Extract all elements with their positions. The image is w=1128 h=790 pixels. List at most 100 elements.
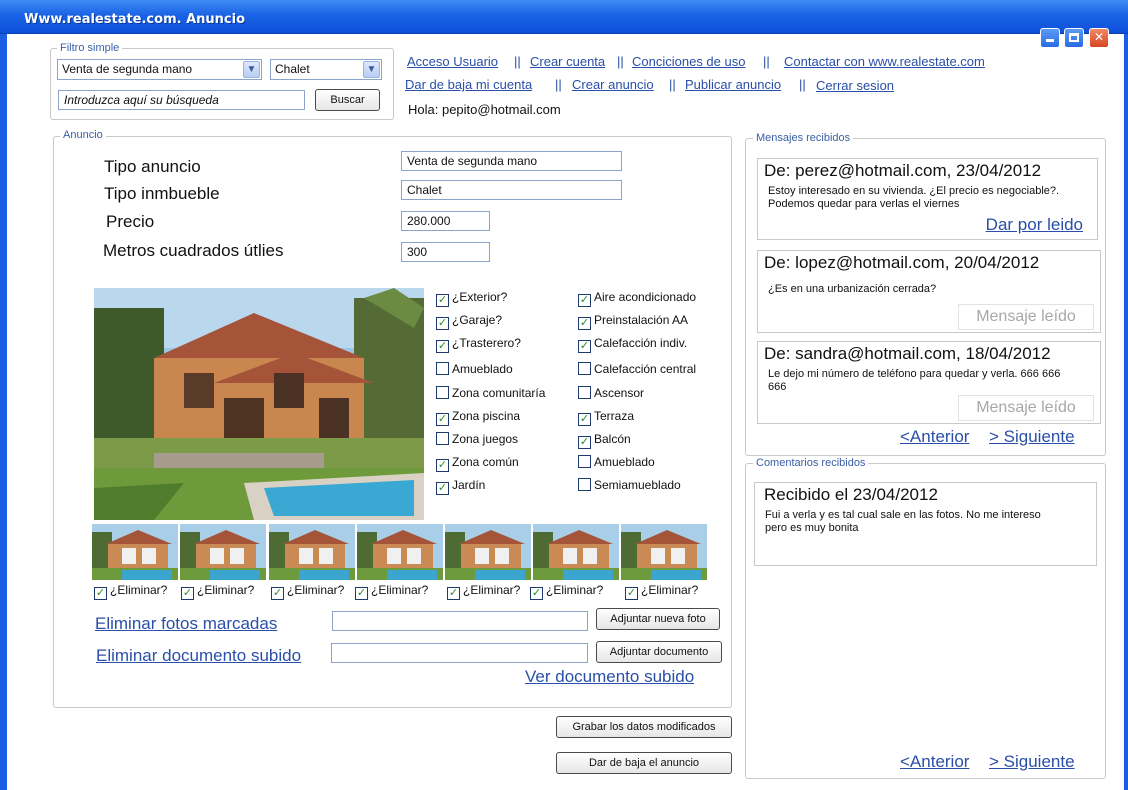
checked-checkbox-icon[interactable]: ✓ [181, 587, 194, 600]
unchecked-checkbox-icon[interactable] [578, 386, 591, 399]
checked-checkbox-icon[interactable]: ✓ [625, 587, 638, 600]
minimize-icon[interactable] [1040, 28, 1060, 48]
delete-photo-checkbox[interactable]: ✓ ¿Eliminar? [530, 583, 603, 600]
delete-photo-checkbox[interactable]: ✓ ¿Eliminar? [625, 583, 698, 600]
main-house-photo [94, 288, 424, 520]
checked-checkbox-icon[interactable]: ✓ [436, 294, 449, 307]
checked-checkbox-icon[interactable]: ✓ [578, 294, 591, 307]
nav-terms-link[interactable]: Conciciones de uso [632, 54, 745, 69]
feature-checkbox[interactable]: ✓ Zona piscina [436, 409, 520, 426]
document-file-input[interactable] [331, 643, 588, 663]
messages-next-link[interactable]: > Siguiente [989, 427, 1075, 447]
feature-checkbox[interactable]: Ascensor [578, 386, 644, 400]
save-changes-button[interactable]: Grabar los datos modificados [556, 716, 732, 738]
checked-checkbox-icon[interactable]: ✓ [436, 459, 449, 472]
nav-logout-link[interactable]: Cerrar sesion [816, 78, 894, 93]
feature-label: Amueblado [594, 455, 655, 469]
message-read-button[interactable]: Mensaje leído [958, 304, 1094, 330]
feature-checkbox[interactable]: ✓ ¿Trasterero? [436, 336, 521, 353]
checked-checkbox-icon[interactable]: ✓ [578, 436, 591, 449]
checked-checkbox-icon[interactable]: ✓ [271, 587, 284, 600]
checked-checkbox-icon[interactable]: ✓ [355, 587, 368, 600]
feature-checkbox[interactable]: ✓ Balcón [578, 432, 631, 449]
feature-checkbox[interactable]: Zona juegos [436, 432, 518, 446]
comments-next-link[interactable]: > Siguiente [989, 752, 1075, 772]
ad-type-field[interactable]: Venta de segunda mano [401, 151, 622, 171]
feature-checkbox[interactable]: Zona comunitaría [436, 386, 545, 400]
delete-photo-checkbox[interactable]: ✓ ¿Eliminar? [271, 583, 344, 600]
feature-checkbox[interactable]: ✓ Aire acondicionado [578, 290, 696, 307]
nav-delete-account-link[interactable]: Dar de baja mi cuenta [405, 77, 532, 92]
messages-previous-link[interactable]: <Anterior [900, 427, 969, 447]
attach-document-button[interactable]: Adjuntar documento [596, 641, 722, 663]
photo-thumbnail[interactable] [621, 524, 707, 580]
unchecked-checkbox-icon[interactable] [578, 478, 591, 491]
nav-create-account-link[interactable]: Crear cuenta [530, 54, 605, 69]
feature-checkbox[interactable]: Amueblado [436, 362, 513, 376]
checked-checkbox-icon[interactable]: ✓ [436, 340, 449, 353]
checked-checkbox-icon[interactable]: ✓ [578, 317, 591, 330]
photo-thumbnail[interactable] [445, 524, 531, 580]
delete-photo-checkbox[interactable]: ✓ ¿Eliminar? [181, 583, 254, 600]
delete-photo-label: ¿Eliminar? [463, 583, 521, 597]
unchecked-checkbox-icon[interactable] [436, 362, 449, 375]
checked-checkbox-icon[interactable]: ✓ [436, 482, 449, 495]
checked-checkbox-icon[interactable]: ✓ [578, 413, 591, 426]
unchecked-checkbox-icon[interactable] [436, 432, 449, 445]
unchecked-checkbox-icon[interactable] [578, 455, 591, 468]
photo-thumbnail[interactable] [269, 524, 355, 580]
nav-login-link[interactable]: Acceso Usuario [407, 54, 498, 69]
feature-checkbox[interactable]: ✓ Zona común [436, 455, 519, 472]
unchecked-checkbox-icon[interactable] [436, 386, 449, 399]
checked-checkbox-icon[interactable]: ✓ [578, 340, 591, 353]
feature-checkbox[interactable]: Calefacción central [578, 362, 696, 376]
feature-checkbox[interactable]: ✓ Terraza [578, 409, 634, 426]
feature-checkbox[interactable]: ✓ ¿Garaje? [436, 313, 502, 330]
mark-read-link[interactable]: Dar por leido [986, 215, 1083, 235]
attach-photo-button[interactable]: Adjuntar nueva foto [596, 608, 720, 630]
photo-thumbnail[interactable] [92, 524, 178, 580]
nav-contact-link[interactable]: Contactar con www.realestate.com [784, 54, 985, 69]
checked-checkbox-icon[interactable]: ✓ [436, 413, 449, 426]
checked-checkbox-icon[interactable]: ✓ [530, 587, 543, 600]
checked-checkbox-icon[interactable]: ✓ [436, 317, 449, 330]
feature-checkbox[interactable]: Amueblado [578, 455, 655, 469]
photo-thumbnail[interactable] [180, 524, 266, 580]
photo-thumbnail[interactable] [357, 524, 443, 580]
property-type-field[interactable]: Chalet [401, 180, 622, 200]
delete-photo-checkbox[interactable]: ✓ ¿Eliminar? [94, 583, 167, 600]
maximize-icon[interactable] [1064, 28, 1084, 48]
nav-create-ad-link[interactable]: Crear anuncio [572, 77, 654, 92]
unchecked-checkbox-icon[interactable] [578, 362, 591, 375]
nav-separator: || [555, 77, 562, 92]
delete-marked-photos-link[interactable]: Eliminar fotos marcadas [95, 614, 277, 634]
comments-previous-link[interactable]: <Anterior [900, 752, 969, 772]
area-field[interactable]: 300 [401, 242, 490, 262]
search-input[interactable]: Introduzca aquí su búsqueda [58, 90, 305, 110]
delete-photo-checkbox[interactable]: ✓ ¿Eliminar? [447, 583, 520, 600]
delete-photo-checkbox[interactable]: ✓ ¿Eliminar? [355, 583, 428, 600]
feature-checkbox[interactable]: Semiamueblado [578, 478, 681, 492]
title-bar[interactable]: Www.realestate.com. Anuncio [0, 0, 1128, 34]
nav-publish-ad-link[interactable]: Publicar anuncio [685, 77, 781, 92]
photo-thumbnail[interactable] [533, 524, 619, 580]
checked-checkbox-icon[interactable]: ✓ [94, 587, 107, 600]
feature-checkbox[interactable]: ✓ ¿Exterior? [436, 290, 507, 307]
feature-checkbox[interactable]: ✓ Calefacción indiv. [578, 336, 687, 353]
operation-select[interactable]: Venta de segunda mano ▼ [57, 59, 262, 80]
comment-body: Fui a verla y es tal cual sale en las fo… [765, 509, 1041, 534]
search-button[interactable]: Buscar [315, 89, 380, 111]
view-document-link[interactable]: Ver documento subido [525, 667, 694, 687]
chevron-down-icon: ▼ [243, 61, 260, 78]
delete-document-link[interactable]: Eliminar documento subido [96, 646, 301, 666]
feature-checkbox[interactable]: ✓ Jardín [436, 478, 485, 495]
message-read-button[interactable]: Mensaje leído [958, 395, 1094, 421]
feature-label: Jardín [452, 478, 486, 492]
close-icon[interactable]: ✕ [1089, 28, 1109, 48]
price-field[interactable]: 280.000 [401, 211, 490, 231]
unpublish-ad-button[interactable]: Dar de baja el anuncio [556, 752, 732, 774]
feature-checkbox[interactable]: ✓ Preinstalación AA [578, 313, 688, 330]
photo-file-input[interactable] [332, 611, 588, 631]
checked-checkbox-icon[interactable]: ✓ [447, 587, 460, 600]
property-type-select[interactable]: Chalet ▼ [270, 59, 382, 80]
